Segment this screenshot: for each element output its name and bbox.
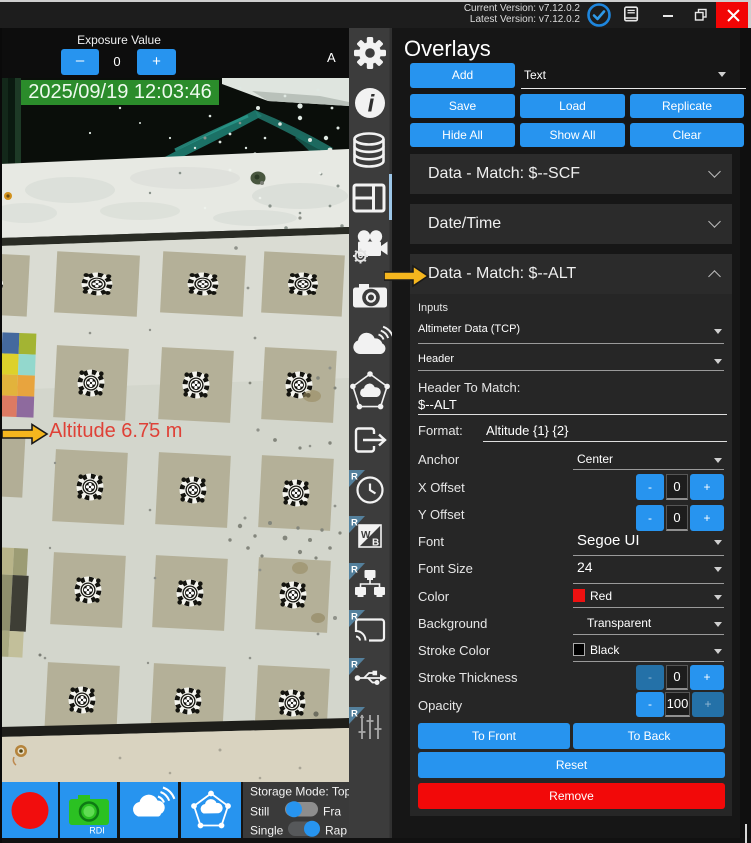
svg-text:W: W	[361, 530, 371, 541]
svg-text:Storage Mode: Top: Storage Mode: Top	[250, 785, 349, 799]
svg-text:RDI: RDI	[89, 826, 105, 836]
svg-text:Rap: Rap	[325, 824, 347, 838]
svg-text:Single: Single	[250, 824, 284, 838]
svg-text:Fra: Fra	[323, 805, 341, 819]
svg-text:B: B	[372, 538, 379, 549]
svg-text:Still: Still	[250, 805, 269, 819]
